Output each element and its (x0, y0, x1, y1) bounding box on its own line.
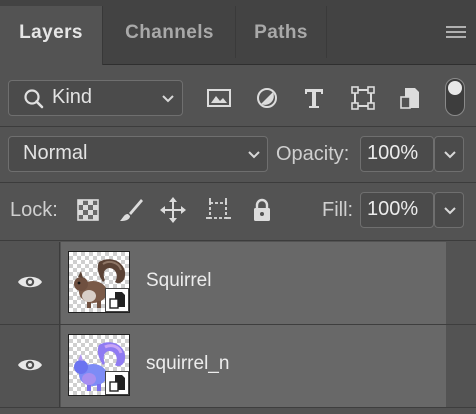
layer-row[interactable]: squirrel_n (0, 325, 476, 407)
lock-label: Lock: (10, 199, 58, 221)
panel-menu-icon[interactable] (446, 26, 466, 40)
shape-filter-icon[interactable] (348, 84, 378, 112)
blend-mode-select[interactable]: Normal (8, 136, 268, 172)
visibility-toggle[interactable] (0, 242, 60, 324)
tab-paths[interactable]: Paths (236, 6, 326, 65)
image-filter-icon[interactable] (204, 84, 234, 112)
tab-separator (326, 6, 327, 58)
panel-tab-bar: Layers Channels Paths (0, 0, 476, 65)
opacity-label: Opacity: (276, 143, 350, 165)
filter-kind-select[interactable]: Kind (8, 80, 183, 116)
row-divider (0, 182, 476, 183)
chevron-down-icon (248, 151, 260, 159)
layer-item[interactable]: squirrel_n (61, 325, 446, 407)
eye-icon (18, 276, 42, 288)
fill-label: Fill: (322, 199, 354, 221)
smart-object-badge-icon (105, 371, 129, 395)
search-icon (24, 89, 44, 109)
lock-all-icon[interactable] (248, 196, 276, 224)
layer-row[interactable]: Squirrel (0, 242, 476, 324)
smart-object-filter-icon[interactable] (396, 84, 426, 112)
lock-transparent-pixels-icon[interactable] (74, 196, 102, 224)
filter-kind-label: Kind (52, 86, 93, 108)
eye-icon (18, 359, 42, 371)
adjustment-filter-icon[interactable] (252, 84, 282, 112)
chevron-down-icon (162, 95, 174, 103)
opacity-dropdown-button[interactable] (434, 136, 464, 172)
smart-object-badge-icon (105, 288, 129, 312)
tab-layers[interactable]: Layers (0, 6, 103, 65)
lock-artboard-icon[interactable] (204, 196, 232, 224)
tab-channels[interactable]: Channels (104, 6, 235, 65)
chevron-down-icon (444, 151, 456, 159)
chevron-down-icon (444, 207, 456, 215)
row-divider (0, 126, 476, 127)
layer-thumbnail (68, 251, 130, 313)
opacity-input[interactable]: 100% (360, 136, 434, 172)
type-filter-icon[interactable] (299, 84, 329, 112)
layer-thumbnail (68, 334, 130, 396)
layer-divider (0, 407, 476, 408)
filter-toggle[interactable] (445, 78, 465, 116)
layer-item[interactable]: Squirrel (61, 242, 446, 324)
row-divider (0, 240, 476, 241)
visibility-toggle[interactable] (0, 325, 60, 407)
layer-name[interactable]: Squirrel (146, 270, 211, 292)
fill-input[interactable]: 100% (360, 192, 434, 228)
fill-dropdown-button[interactable] (434, 192, 464, 228)
lock-position-icon[interactable] (159, 196, 187, 224)
lock-image-pixels-icon[interactable] (117, 196, 145, 224)
filter-toggle-knob (448, 81, 462, 95)
layer-name[interactable]: squirrel_n (146, 353, 229, 375)
blend-mode-value: Normal (23, 142, 88, 164)
layers-panel: Layers Channels Paths Kind Normal Opacit… (0, 0, 476, 414)
